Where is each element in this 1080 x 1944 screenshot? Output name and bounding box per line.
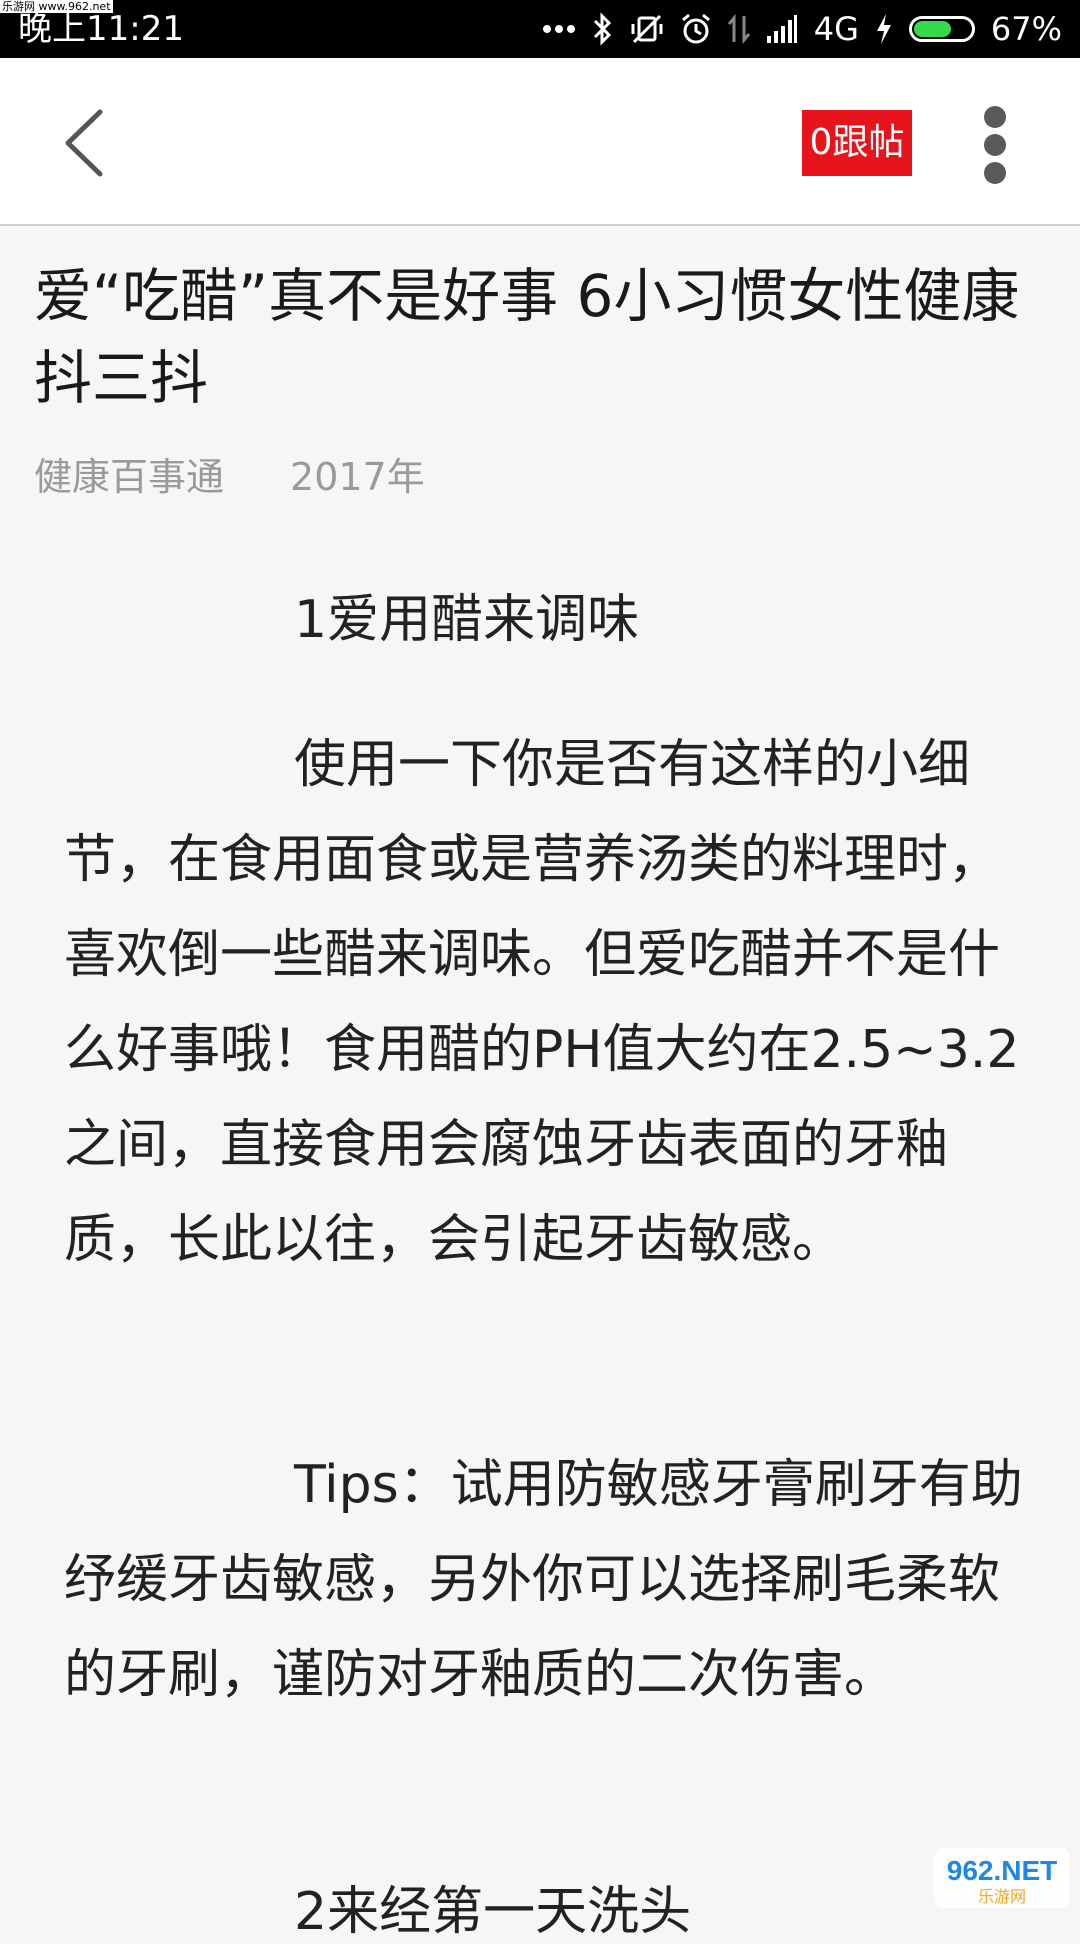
article-title: 爱“吃醋”真不是好事 6小习惯女性健康抖三抖 — [34, 262, 1020, 412]
article-source: 健康百事通 — [34, 455, 225, 499]
battery-icon — [908, 16, 975, 42]
watermark-logo-sub: 乐游网 — [978, 1887, 1026, 1906]
back-button[interactable] — [40, 98, 130, 188]
network-type: 4G — [813, 10, 859, 48]
article-paragraph: 使用一下你是否有这样的小细节，在食用面食或是营养汤类的料理时，喜欢倒一些醋来调味… — [64, 735, 1020, 1270]
section-heading: 2来经第一天洗头 — [294, 1882, 692, 1942]
watermark-logo: 962.NET 乐游网 — [932, 1846, 1072, 1910]
chevron-left-icon — [65, 109, 103, 177]
mute-vibrate-icon — [631, 14, 663, 44]
article-meta: 健康百事通 2017年 — [34, 452, 425, 502]
watermark-logo-text: 962.NET — [947, 1855, 1058, 1886]
data-transfer-icon — [727, 13, 750, 45]
status-time: 晚上11:21 — [18, 9, 184, 49]
battery-percent: 67% — [990, 10, 1062, 48]
status-icons: 4G 67% — [542, 0, 1062, 58]
more-options-button[interactable] — [970, 106, 1022, 202]
battery-level — [913, 21, 952, 37]
article-paragraph: Tips：试用防敏感牙膏刷牙有助纾缓牙齿敏感，另外你可以选择刷毛柔软的牙刷，谨防… — [64, 1455, 1023, 1705]
bluetooth-icon — [593, 12, 611, 46]
status-bar: 晚上11:21 乐游网 www.962.net 4G 67% — [0, 0, 1080, 58]
signal-icon — [766, 15, 797, 43]
section-heading: 1爱用醋来调味 — [294, 590, 640, 650]
charging-icon — [876, 14, 891, 44]
alarm-icon — [681, 13, 710, 44]
reply-count-button[interactable]: 0跟帖 — [802, 110, 912, 176]
more-dots-icon — [542, 25, 575, 33]
app-bar: 0跟帖 — [0, 58, 1080, 226]
watermark-top: 乐游网 www.962.net — [0, 0, 113, 13]
article-date: 2017年 — [290, 455, 425, 499]
